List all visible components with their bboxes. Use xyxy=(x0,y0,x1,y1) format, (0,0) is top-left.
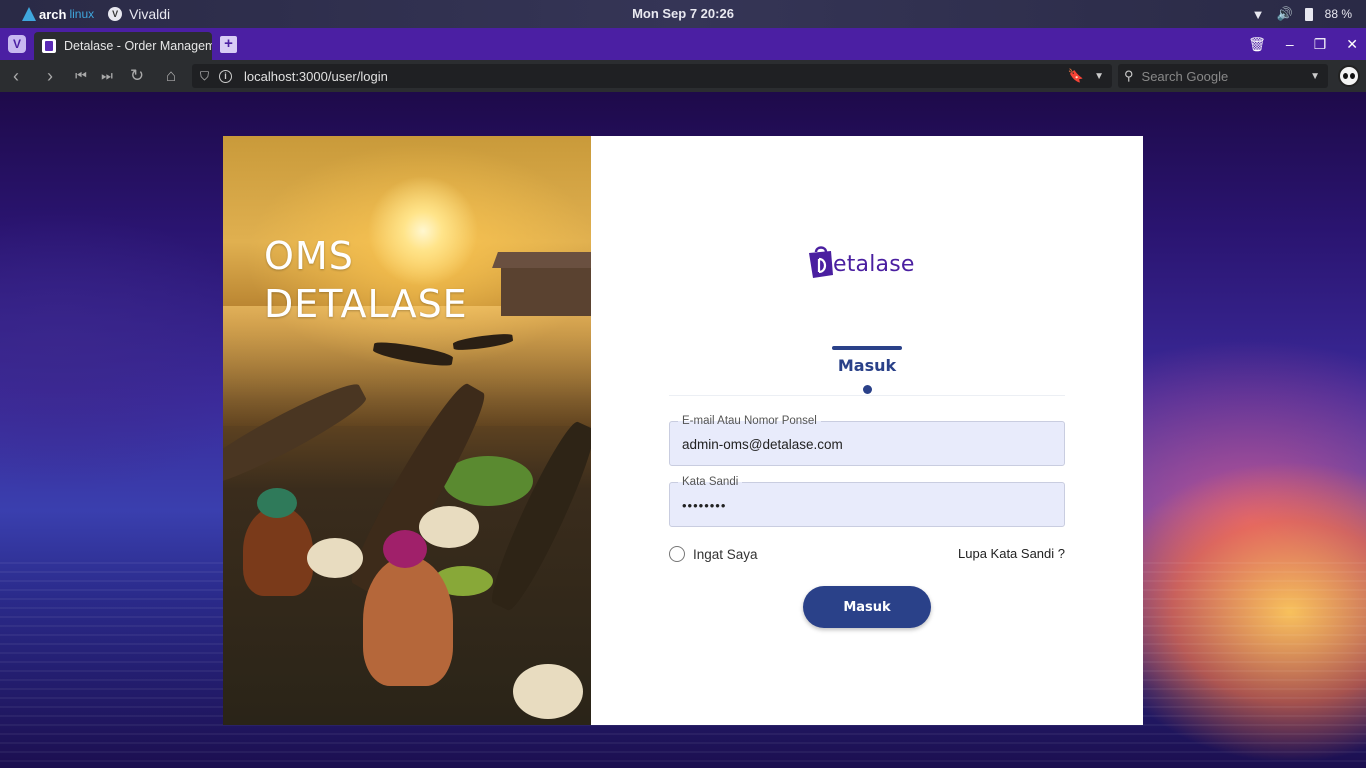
password-input[interactable] xyxy=(682,495,1052,515)
system-top-bar: arch linux V Vivaldi Mon Sep 7 20:26 ▼ 🔊 … xyxy=(0,0,1366,28)
new-tab-button[interactable]: + xyxy=(220,36,237,53)
battery-icon xyxy=(1304,7,1313,21)
brand-logo-text: etalase xyxy=(833,252,915,277)
search-placeholder: Search Google xyxy=(1141,68,1229,84)
activities-button[interactable]: arch linux xyxy=(22,7,94,22)
back-icon[interactable]: ‹ xyxy=(6,66,26,86)
trash-icon[interactable]: 🗑 xyxy=(1248,36,1266,53)
login-form-panel: etalase Masuk E-mail Atau Nomor Ponsel K… xyxy=(591,136,1143,725)
maximize-button[interactable]: ❐ xyxy=(1314,36,1327,53)
forgot-password-link[interactable]: Lupa Kata Sandi ? xyxy=(958,546,1065,561)
volume-icon: 🔊 xyxy=(1276,6,1293,21)
tab-title: Detalase - Order Management xyxy=(64,39,212,53)
bookmark-icon[interactable]: 🔖 xyxy=(1068,68,1084,84)
auth-tabs: Masuk xyxy=(669,342,1065,396)
search-bar[interactable]: ⚲ Search Google ▼ xyxy=(1118,64,1328,88)
tab-masuk[interactable]: Masuk xyxy=(832,346,902,394)
remember-me-radio[interactable] xyxy=(669,546,685,562)
profile-avatar[interactable] xyxy=(1338,65,1360,87)
favicon-icon xyxy=(42,39,56,53)
arch-logo-text: arch xyxy=(39,6,67,22)
forward-icon[interactable]: › xyxy=(40,66,60,86)
system-tray[interactable]: ▼ 🔊 88 % xyxy=(1252,0,1352,28)
close-window-button[interactable]: ✕ xyxy=(1346,36,1358,53)
app-menu[interactable]: V Vivaldi xyxy=(108,6,170,22)
wifi-icon: ▼ xyxy=(1251,6,1265,22)
vivaldi-icon: V xyxy=(108,7,123,21)
browser-tab[interactable]: Detalase - Order Management xyxy=(34,32,212,60)
minimize-button[interactable]: – xyxy=(1286,36,1294,52)
vivaldi-menu-icon[interactable]: V xyxy=(8,35,26,53)
remember-me[interactable]: Ingat Saya xyxy=(669,546,758,562)
email-field[interactable]: E-mail Atau Nomor Ponsel xyxy=(669,414,1065,466)
arch-logo-suffix: linux xyxy=(69,7,95,21)
reload-icon[interactable]: ↻ xyxy=(127,66,147,86)
address-bar[interactable]: ⛉ i localhost:3000/user/login 🔖 ▼ xyxy=(192,64,1112,88)
fast-forward-icon[interactable]: ⏭ xyxy=(97,66,117,86)
password-field-label: Kata Sandi xyxy=(678,475,743,489)
hero-title-line1: OMS xyxy=(264,234,354,278)
login-submit-button[interactable]: Masuk xyxy=(803,586,931,628)
email-field-label: E-mail Atau Nomor Ponsel xyxy=(678,414,821,428)
brand-logo: etalase xyxy=(807,234,931,278)
browser-tab-bar: V Detalase - Order Management + 🗑 – ❐ ✕ xyxy=(0,28,1366,60)
password-field[interactable]: Kata Sandi xyxy=(669,475,1065,527)
tab-dot xyxy=(862,385,872,394)
site-info-icon[interactable]: i xyxy=(219,69,233,83)
login-card: OMS DETALASE etalase Masuk E-mail Atau N… xyxy=(223,136,1143,725)
email-input[interactable] xyxy=(682,434,1052,454)
browser-nav-bar: ‹ › ⏮ ⏭ ↻ ⌂ ⛉ i localhost:3000/user/logi… xyxy=(0,60,1366,92)
app-menu-label: Vivaldi xyxy=(129,6,171,22)
hero-image: OMS DETALASE xyxy=(223,136,591,725)
rewind-icon[interactable]: ⏮ xyxy=(71,66,91,86)
home-icon[interactable]: ⌂ xyxy=(161,66,181,86)
shopping-bag-icon xyxy=(807,244,835,278)
search-icon: ⚲ xyxy=(1124,68,1134,83)
remember-me-label: Ingat Saya xyxy=(693,546,758,562)
shield-icon[interactable]: ⛉ xyxy=(200,69,209,84)
arch-icon xyxy=(22,7,36,21)
clock[interactable]: Mon Sep 7 20:26 xyxy=(632,6,734,21)
hero-title-line2: DETALASE xyxy=(264,282,468,326)
hero-title: OMS DETALASE xyxy=(264,232,468,328)
url-text[interactable]: localhost:3000/user/login xyxy=(244,69,388,84)
address-dropdown-icon[interactable]: ▼ xyxy=(1094,71,1104,82)
tab-indicator xyxy=(832,346,902,350)
search-engine-dropdown-icon[interactable]: ▼ xyxy=(1310,71,1320,82)
battery-percent: 88 % xyxy=(1324,7,1352,21)
tab-masuk-label: Masuk xyxy=(837,356,897,375)
